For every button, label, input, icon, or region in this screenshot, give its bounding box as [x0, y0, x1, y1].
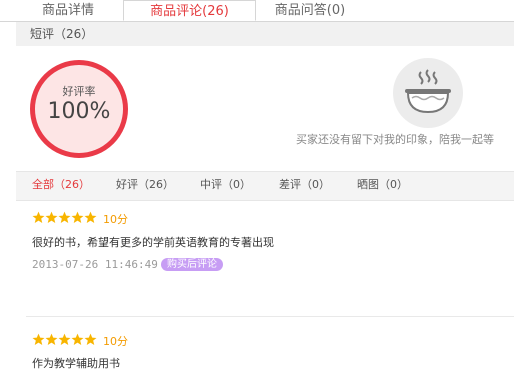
rating-label: 好评率 [62, 85, 96, 98]
star-icon [58, 333, 71, 345]
filter-neutral[interactable]: 中评（0） [200, 172, 251, 198]
tab-product-qa[interactable]: 商品问答(0) [258, 0, 362, 21]
short-review-label: 短评（26） [30, 27, 94, 41]
star-icon [45, 333, 58, 345]
empty-impression-text: 买家还没有留下对我的印象，陪我一起等 [296, 133, 494, 146]
review-score: 10分 [103, 213, 128, 226]
review-text: 很好的书，希望有更多的学前英语教育的专著出现 [32, 236, 274, 249]
star-icon [84, 333, 97, 345]
review-divider [26, 316, 514, 317]
filter-bad[interactable]: 差评（0） [279, 172, 330, 198]
filter-good[interactable]: 好评（26） [116, 172, 174, 198]
review-filter-bar [16, 171, 514, 201]
star-rating [32, 211, 102, 227]
short-review-header: 短评（26） [16, 22, 514, 46]
rating-value: 100% [47, 99, 111, 124]
star-icon [71, 333, 84, 345]
purchase-review-badge: 购买后评论 [161, 258, 223, 271]
steaming-bowl-icon [405, 69, 451, 114]
star-icon [32, 211, 45, 223]
star-rating [32, 333, 102, 349]
star-icon [32, 333, 45, 345]
star-icon [45, 211, 58, 223]
tab-product-reviews[interactable]: 商品评论(26) [123, 0, 256, 21]
tab-product-details[interactable]: 商品详情 [16, 0, 120, 21]
review-score: 10分 [103, 335, 128, 348]
star-icon [58, 211, 71, 223]
filter-all[interactable]: 全部（26） [32, 172, 90, 198]
review-text: 作为教学辅助用书 [32, 357, 120, 370]
star-icon [71, 211, 84, 223]
review-date: 2013-07-26 11:46:49 [32, 258, 158, 271]
filter-photos[interactable]: 晒图（0） [357, 172, 408, 198]
star-icon [84, 211, 97, 223]
